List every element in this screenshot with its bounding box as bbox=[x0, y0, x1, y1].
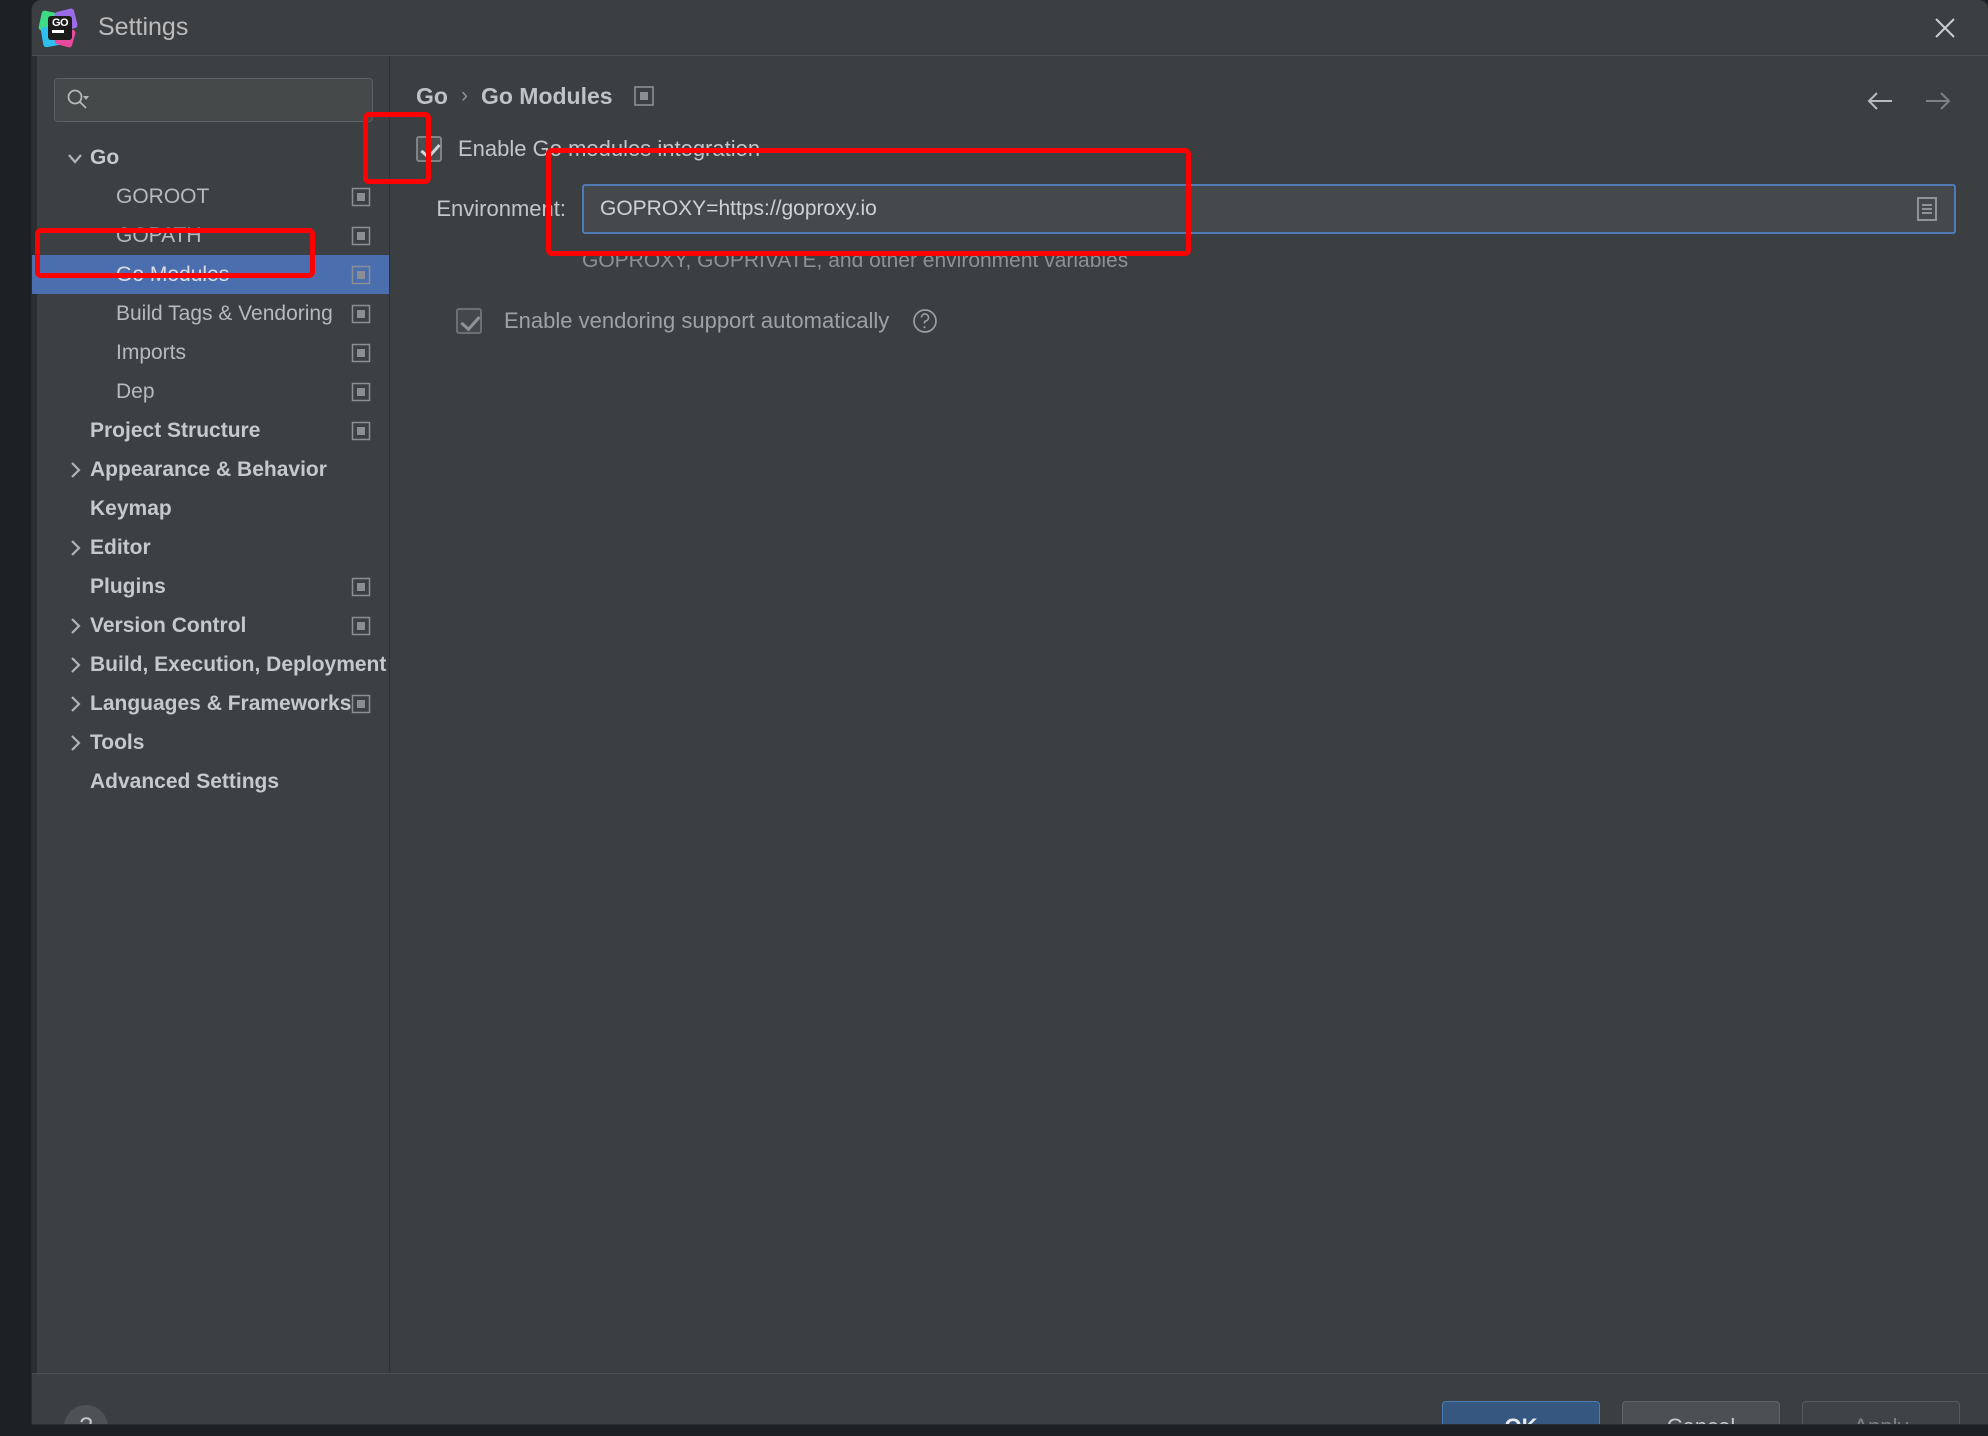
settings-marker-icon bbox=[351, 382, 371, 402]
sidebar-item-label: Tools bbox=[90, 730, 145, 754]
sidebar-item-label: Go bbox=[90, 145, 120, 169]
chevron-right-icon[interactable] bbox=[62, 535, 88, 561]
sidebar-item-advanced-settings[interactable]: Advanced Settings bbox=[32, 762, 389, 801]
sidebar-item-project-structure[interactable]: Project Structure bbox=[32, 411, 389, 450]
environment-label: Environment: bbox=[436, 196, 566, 221]
chevron-right-icon[interactable] bbox=[62, 457, 88, 483]
sidebar-item-label: Advanced Settings bbox=[90, 769, 280, 793]
settings-marker-icon bbox=[351, 694, 371, 714]
environment-field[interactable] bbox=[582, 184, 1956, 234]
chevron-right-icon[interactable] bbox=[62, 691, 88, 717]
settings-marker-icon bbox=[351, 577, 371, 597]
sidebar-item-editor[interactable]: Editor bbox=[32, 528, 389, 567]
window-title: Settings bbox=[98, 13, 189, 41]
go-modules-form: Enable Go modules integration Environmen… bbox=[390, 118, 1988, 335]
enable-go-modules-label: Enable Go modules integration bbox=[458, 136, 761, 161]
settings-main-panel: Go › Go Modules Enable Go modules integr… bbox=[390, 56, 1988, 1373]
forward-arrow-icon[interactable] bbox=[1920, 84, 1954, 118]
settings-marker-icon bbox=[351, 226, 371, 246]
sidebar-item-label: Imports bbox=[116, 340, 187, 364]
sidebar-item-label: Keymap bbox=[90, 496, 172, 520]
breadcrumb-current: Go Modules bbox=[480, 82, 613, 109]
enable-go-modules-row[interactable]: Enable Go modules integration bbox=[416, 136, 1988, 162]
apply-button: Apply bbox=[1802, 1400, 1960, 1424]
breadcrumb: Go › Go Modules bbox=[390, 56, 1988, 118]
enable-vendoring-checkbox[interactable] bbox=[456, 308, 482, 334]
chevron-right-icon[interactable] bbox=[62, 730, 88, 756]
environment-input[interactable] bbox=[598, 196, 1914, 222]
sidebar-item-appearance-behavior[interactable]: Appearance & Behavior bbox=[32, 450, 389, 489]
environment-row: Environment: bbox=[416, 184, 1988, 234]
settings-marker-icon bbox=[351, 304, 371, 324]
breadcrumb-separator-icon: › bbox=[460, 84, 468, 107]
search-input[interactable] bbox=[91, 89, 362, 111]
chevron-down-icon[interactable] bbox=[62, 145, 88, 171]
sidebar-item-label: Dep bbox=[116, 379, 155, 403]
sidebar-item-build-tags-vendoring[interactable]: Build Tags & Vendoring bbox=[32, 294, 389, 333]
edit-variables-icon[interactable] bbox=[1914, 195, 1940, 223]
sidebar-item-dep[interactable]: Dep bbox=[32, 372, 389, 411]
sidebar-item-label: Plugins bbox=[90, 574, 166, 598]
sidebar-item-label: GOROOT bbox=[116, 184, 210, 208]
sidebar-item-label: Project Structure bbox=[90, 418, 261, 442]
dialog-body: Go GOROOT GOPATH Go Modules Build Tags & Ven… bbox=[32, 56, 1988, 1373]
title-bar: GO Settings bbox=[32, 0, 1988, 56]
sidebar-item-languages-frameworks[interactable]: Languages & Frameworks bbox=[32, 684, 389, 723]
back-arrow-icon[interactable] bbox=[1864, 84, 1898, 118]
cancel-button[interactable]: Cancel bbox=[1622, 1400, 1780, 1424]
sidebar-item-label: Version Control bbox=[90, 613, 247, 637]
sidebar-item-label: Appearance & Behavior bbox=[90, 457, 327, 481]
sidebar-item-label: Editor bbox=[90, 535, 151, 559]
breadcrumb-root[interactable]: Go bbox=[416, 83, 448, 110]
goland-logo-icon: GO bbox=[38, 7, 79, 48]
dialog-buttons: OK Cancel Apply bbox=[1442, 1400, 1960, 1424]
settings-marker-icon bbox=[351, 343, 371, 363]
sidebar-item-keymap[interactable]: Keymap bbox=[32, 489, 389, 528]
enable-vendoring-label: Enable vendoring support automatically bbox=[504, 308, 890, 333]
project-scope-icon bbox=[633, 85, 655, 107]
sidebar-item-label: Build Tags & Vendoring bbox=[116, 301, 333, 325]
enable-go-modules-checkbox[interactable] bbox=[416, 136, 442, 162]
vendoring-row[interactable]: Enable vendoring support automatically bbox=[456, 307, 1988, 335]
settings-marker-icon bbox=[351, 616, 371, 636]
sidebar-item-plugins[interactable]: Plugins bbox=[32, 567, 389, 606]
sidebar-item-version-control[interactable]: Version Control bbox=[32, 606, 389, 645]
settings-marker-icon bbox=[351, 421, 371, 441]
nav-arrows bbox=[1864, 84, 1954, 118]
sidebar-item-go[interactable]: Go bbox=[32, 138, 389, 177]
ok-button[interactable]: OK bbox=[1442, 1400, 1600, 1424]
sidebar-item-go-modules[interactable]: Go Modules bbox=[32, 255, 389, 294]
search-icon bbox=[65, 87, 91, 113]
chevron-right-icon[interactable] bbox=[62, 613, 88, 639]
sidebar-item-build-execution-deployment[interactable]: Build, Execution, Deployment bbox=[32, 645, 389, 684]
sidebar-item-label: Build, Execution, Deployment bbox=[90, 652, 387, 676]
sidebar-item-goroot[interactable]: GOROOT bbox=[32, 177, 389, 216]
search-box[interactable] bbox=[54, 78, 373, 122]
logo-text: GO bbox=[48, 15, 72, 40]
sidebar-item-label: Go Modules bbox=[116, 262, 230, 286]
close-icon[interactable] bbox=[1928, 11, 1962, 45]
chevron-right-icon[interactable] bbox=[62, 652, 88, 678]
settings-sidebar: Go GOROOT GOPATH Go Modules Build Tags & Ven… bbox=[32, 56, 390, 1373]
sidebar-item-imports[interactable]: Imports bbox=[32, 333, 389, 372]
sidebar-item-label: GOPATH bbox=[116, 223, 202, 247]
settings-tree: Go GOROOT GOPATH Go Modules Build Tags & Ven… bbox=[32, 138, 389, 801]
screen: GO Settings Go GOROOT GOPATH Go Modules … bbox=[0, 0, 1988, 1436]
vendoring-help-icon[interactable] bbox=[911, 307, 939, 335]
sidebar-item-gopath[interactable]: GOPATH bbox=[32, 216, 389, 255]
help-button[interactable]: ? bbox=[64, 1404, 108, 1424]
environment-hint: GOPROXY, GOPRIVATE, and other environmen… bbox=[582, 249, 1129, 272]
sidebar-item-label: Languages & Frameworks bbox=[90, 691, 352, 715]
settings-window: GO Settings Go GOROOT GOPATH Go Modules … bbox=[32, 0, 1988, 1424]
settings-marker-icon bbox=[351, 187, 371, 207]
dialog-footer: ? OK Cancel Apply CSDN @在下柠檬 bbox=[32, 1373, 1988, 1424]
settings-marker-icon bbox=[351, 265, 371, 285]
sidebar-item-tools[interactable]: Tools bbox=[32, 723, 389, 762]
